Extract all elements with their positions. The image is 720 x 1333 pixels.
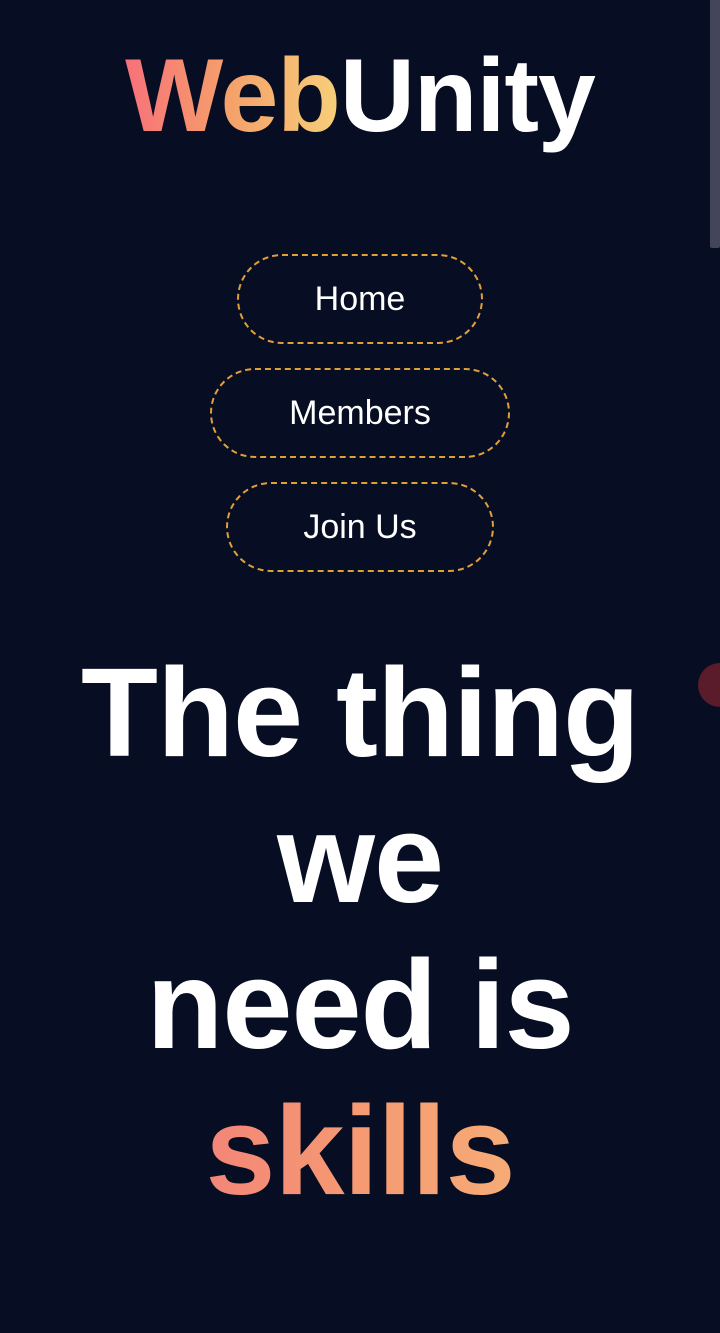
nav-members-button[interactable]: Members — [210, 368, 510, 458]
nav-home-button[interactable]: Home — [237, 254, 483, 344]
main-nav: Home Members Join Us — [0, 254, 720, 596]
hero-line-3: need is — [146, 934, 574, 1075]
hero-line-1: The thing — [81, 642, 640, 783]
hero-highlight-word: skills — [0, 1078, 720, 1224]
site-logo[interactable]: WebUnity — [0, 44, 720, 148]
page: WebUnity Home Members Join Us The thing … — [0, 0, 720, 1333]
logo-part-web: Web — [125, 38, 341, 154]
nav-join-us-button[interactable]: Join Us — [226, 482, 494, 572]
hero-line-2: we — [276, 788, 444, 929]
hero-heading: The thing we need is skills — [0, 640, 720, 1224]
logo-part-unity: Unity — [339, 38, 596, 154]
